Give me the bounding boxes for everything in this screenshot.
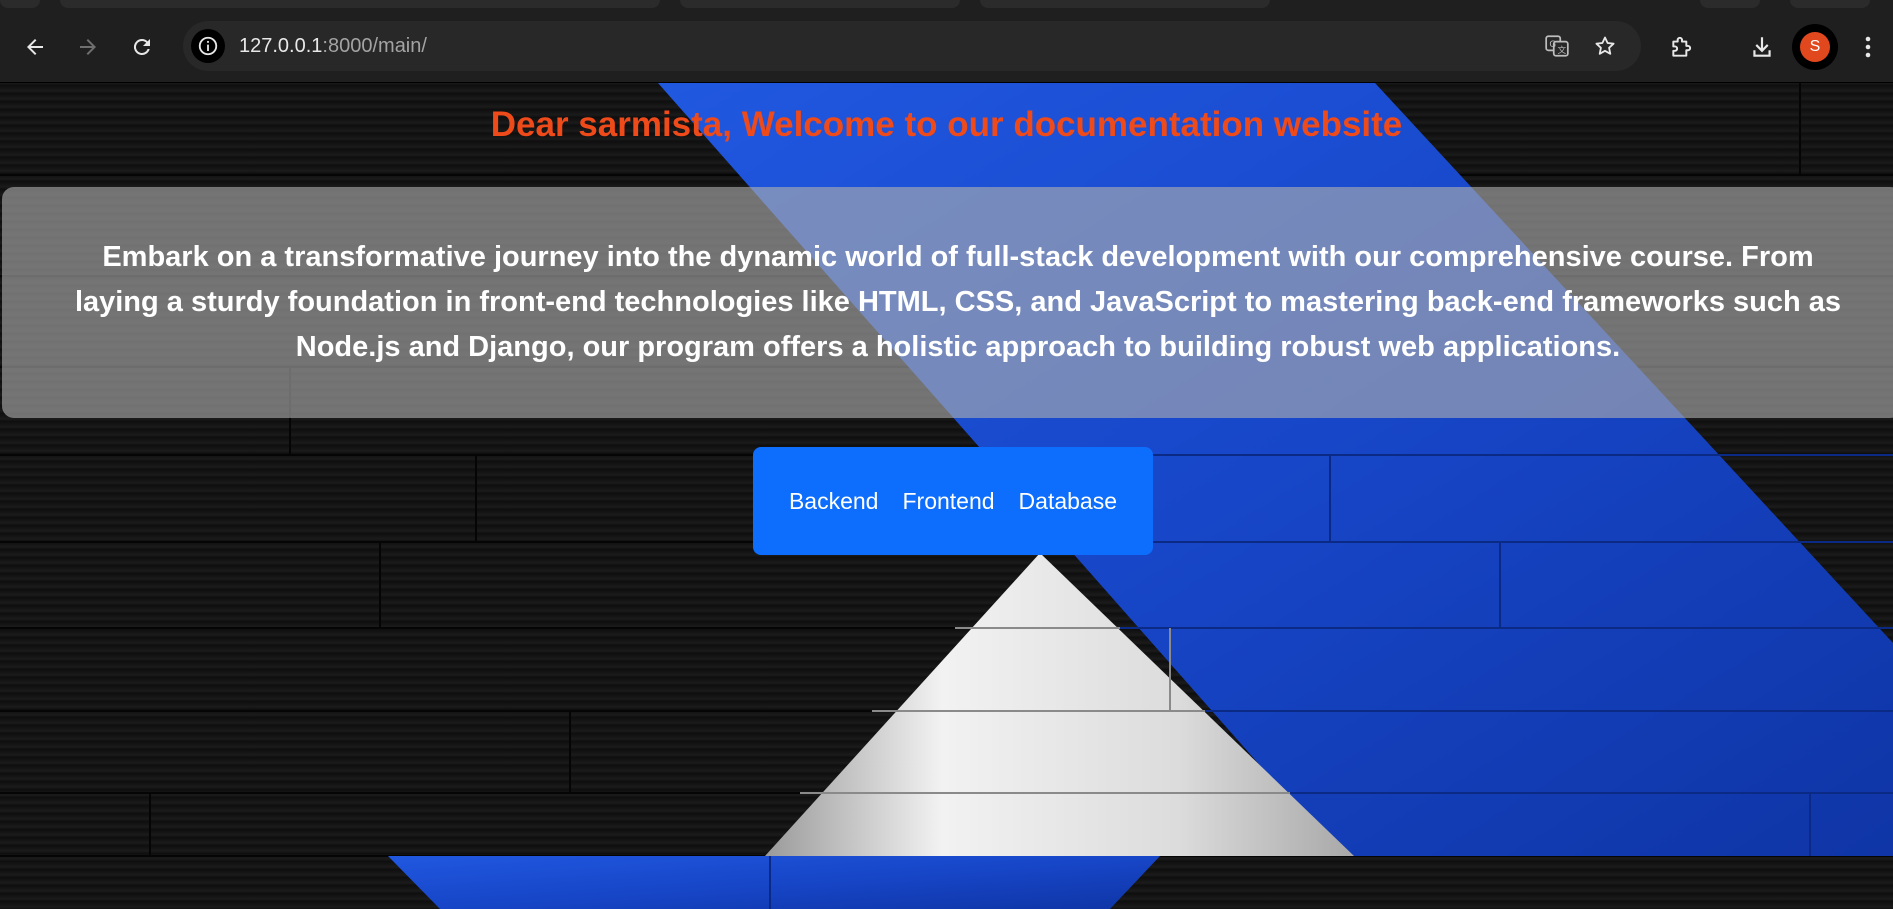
translate-icon: G 文 xyxy=(1545,35,1569,57)
puzzle-icon xyxy=(1672,36,1692,57)
forward-button[interactable] xyxy=(69,28,107,66)
browser-menu-button[interactable] xyxy=(1853,30,1883,64)
tab-strip xyxy=(0,0,1893,12)
site-info-button[interactable] xyxy=(191,29,225,63)
profile-button[interactable]: S xyxy=(1792,24,1838,70)
url-text[interactable]: 127.0.0.1:8000/main/ xyxy=(239,35,427,58)
intro-panel: Embark on a transformative journey into … xyxy=(2,187,1893,418)
browser-tab[interactable] xyxy=(680,0,960,8)
browser-tab[interactable] xyxy=(0,0,40,8)
back-button[interactable] xyxy=(16,28,54,66)
reload-button[interactable] xyxy=(123,28,161,66)
star-icon xyxy=(1595,36,1615,55)
translate-button[interactable]: G 文 xyxy=(1543,32,1571,60)
avatar: S xyxy=(1800,32,1830,62)
back-arrow-icon xyxy=(27,39,43,55)
download-icon xyxy=(1753,37,1771,57)
bookmark-button[interactable] xyxy=(1591,32,1619,60)
intro-paragraph: Embark on a transformative journey into … xyxy=(74,241,1842,363)
nav-link-backend[interactable]: Backend xyxy=(789,488,879,515)
browser-tab[interactable] xyxy=(980,0,1270,8)
browser-tab[interactable] xyxy=(1790,0,1870,8)
browser-tab[interactable] xyxy=(1700,0,1760,8)
reload-icon xyxy=(133,38,150,55)
welcome-heading: Dear sarmista, Welcome to our documentat… xyxy=(490,105,1403,144)
browser-toolbar: 127.0.0.1:8000/main/ G 文 S xyxy=(0,12,1893,83)
forward-arrow-icon xyxy=(80,39,96,55)
kebab-menu-icon xyxy=(1865,36,1871,58)
url-path: :8000/main/ xyxy=(322,35,427,57)
page-viewport: Dear sarmista, Welcome to our documentat… xyxy=(0,83,1893,909)
downloads-button[interactable] xyxy=(1745,30,1779,64)
nav-link-frontend[interactable]: Frontend xyxy=(902,488,994,515)
extensions-button[interactable] xyxy=(1665,30,1699,64)
browser-tab[interactable] xyxy=(60,0,660,8)
svg-text:G: G xyxy=(1549,40,1556,50)
address-bar[interactable]: 127.0.0.1:8000/main/ G 文 xyxy=(183,21,1641,71)
svg-text:文: 文 xyxy=(1558,44,1567,56)
info-icon xyxy=(198,36,218,56)
nav-link-database[interactable]: Database xyxy=(1019,488,1117,515)
section-nav: Backend Frontend Database xyxy=(753,447,1153,555)
url-host: 127.0.0.1 xyxy=(239,35,323,57)
